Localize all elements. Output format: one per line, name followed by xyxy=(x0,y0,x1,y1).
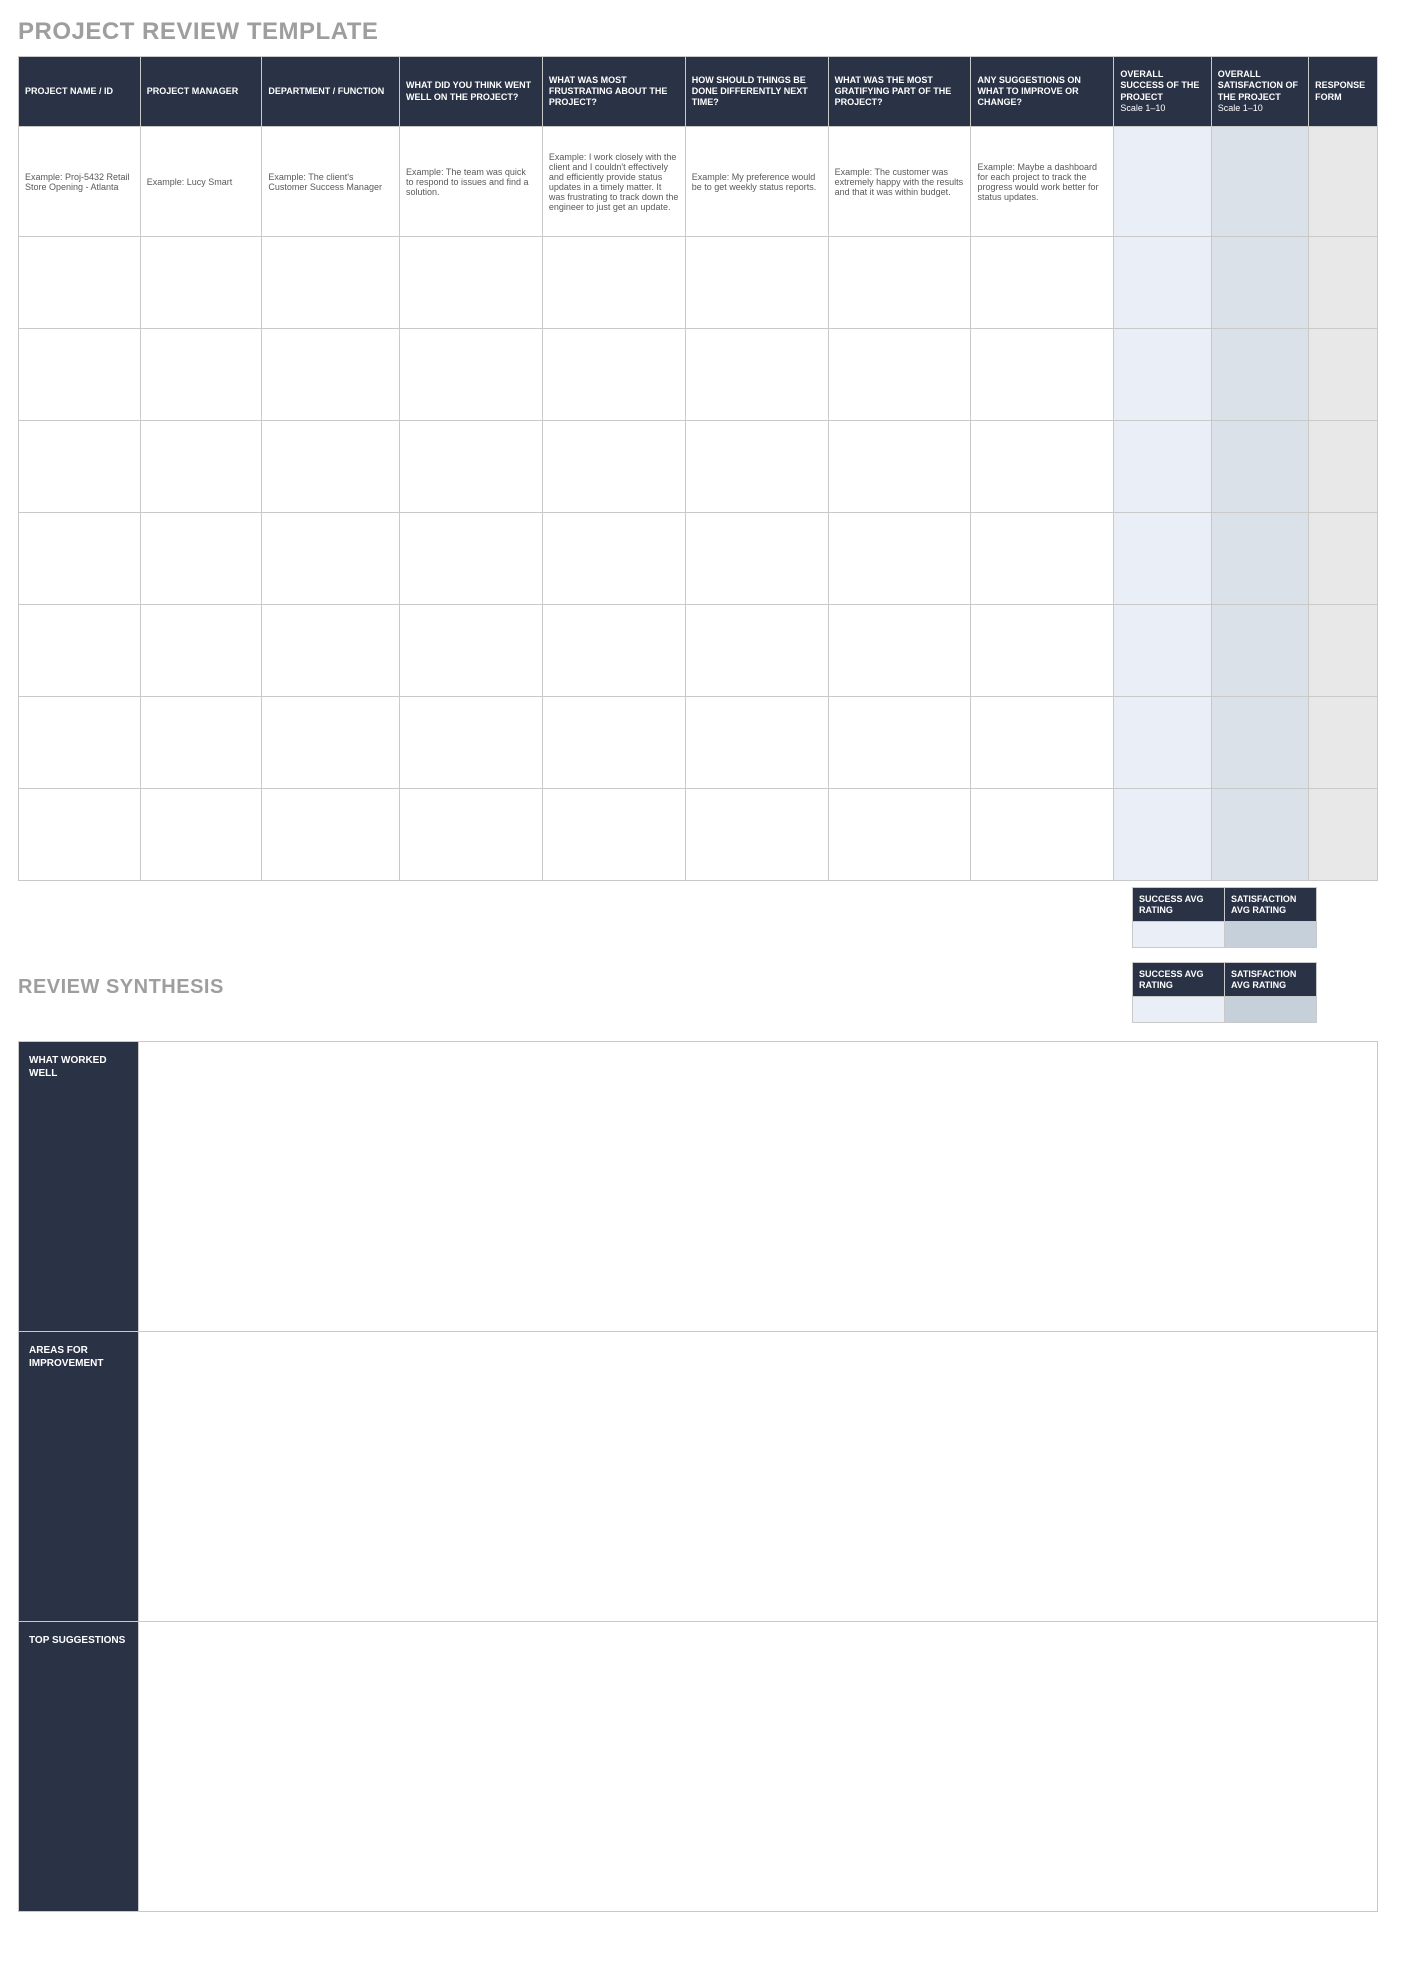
avg-success-header: SUCCESS AVG RATING xyxy=(1133,888,1225,922)
cell-project-name[interactable]: Example: Proj-5432 Retail Store Opening … xyxy=(19,127,141,237)
header-differently: HOW SHOULD THINGS BE DONE DIFFERENTLY NE… xyxy=(685,57,828,127)
synthesis-worked-well-field[interactable] xyxy=(139,1042,1378,1332)
table-row xyxy=(19,329,1378,421)
synthesis-table: WHAT WORKED WELL AREAS FOR IMPROVEMENT T… xyxy=(18,1041,1378,1912)
avg-satisfaction-header-2: SATISFACTION AVG RATING xyxy=(1225,963,1317,997)
table-row xyxy=(19,697,1378,789)
avg-rating-table-1: SUCCESS AVG RATING SATISFACTION AVG RATI… xyxy=(1132,887,1317,948)
avg-success-value-2[interactable] xyxy=(1133,997,1225,1023)
header-frustrating: WHAT WAS MOST FRUSTRATING ABOUT THE PROJ… xyxy=(542,57,685,127)
cell-satisfaction[interactable] xyxy=(1211,127,1308,237)
header-response-form: RESPONSE FORM xyxy=(1309,57,1378,127)
cell-went-well[interactable]: Example: The team was quick to respond t… xyxy=(399,127,542,237)
cell-success[interactable] xyxy=(1114,127,1211,237)
cell-project-manager[interactable]: Example: Lucy Smart xyxy=(140,127,262,237)
cell-frustrating[interactable]: Example: I work closely with the client … xyxy=(542,127,685,237)
avg-success-value[interactable] xyxy=(1133,922,1225,948)
synthesis-title: REVIEW SYNTHESIS xyxy=(18,976,224,999)
cell-differently[interactable]: Example: My preference would be to get w… xyxy=(685,127,828,237)
synthesis-areas-field[interactable] xyxy=(139,1332,1378,1622)
cell-department[interactable]: Example: The client's Customer Success M… xyxy=(262,127,400,237)
header-gratifying: WHAT WAS THE MOST GRATIFYING PART OF THE… xyxy=(828,57,971,127)
table-row xyxy=(19,605,1378,697)
avg-success-header-2: SUCCESS AVG RATING xyxy=(1133,963,1225,997)
cell-suggestions[interactable]: Example: Maybe a dashboard for each proj… xyxy=(971,127,1114,237)
avg-satisfaction-value[interactable] xyxy=(1225,922,1317,948)
table-row xyxy=(19,789,1378,881)
header-suggestions: ANY SUGGESTIONS ON WHAT TO IMPROVE OR CH… xyxy=(971,57,1114,127)
cell-gratifying[interactable]: Example: The customer was extremely happ… xyxy=(828,127,971,237)
header-satisfaction: OVERALL SATISFACTION OF THE PROJECTScale… xyxy=(1211,57,1308,127)
table-row xyxy=(19,421,1378,513)
header-went-well: WHAT DID YOU THINK WENT WELL ON THE PROJ… xyxy=(399,57,542,127)
avg-satisfaction-header: SATISFACTION AVG RATING xyxy=(1225,888,1317,922)
synthesis-areas-label: AREAS FOR IMPROVEMENT xyxy=(19,1332,139,1622)
header-department: DEPARTMENT / FUNCTION xyxy=(262,57,400,127)
header-success: OVERALL SUCCESS OF THE PROJECTScale 1–10 xyxy=(1114,57,1211,127)
page-title: PROJECT REVIEW TEMPLATE xyxy=(18,18,1384,46)
synthesis-suggestions-field[interactable] xyxy=(139,1622,1378,1912)
synthesis-worked-well-label: WHAT WORKED WELL xyxy=(19,1042,139,1332)
synthesis-suggestions-label: TOP SUGGESTIONS xyxy=(19,1622,139,1912)
avg-rating-table-2: SUCCESS AVG RATING SATISFACTION AVG RATI… xyxy=(1132,962,1317,1023)
table-row xyxy=(19,513,1378,605)
table-row-example: Example: Proj-5432 Retail Store Opening … xyxy=(19,127,1378,237)
header-project-name: PROJECT NAME / ID xyxy=(19,57,141,127)
header-project-manager: PROJECT MANAGER xyxy=(140,57,262,127)
cell-response-form[interactable] xyxy=(1309,127,1378,237)
table-row xyxy=(19,237,1378,329)
project-review-table: PROJECT NAME / ID PROJECT MANAGER DEPART… xyxy=(18,56,1378,881)
avg-satisfaction-value-2[interactable] xyxy=(1225,997,1317,1023)
